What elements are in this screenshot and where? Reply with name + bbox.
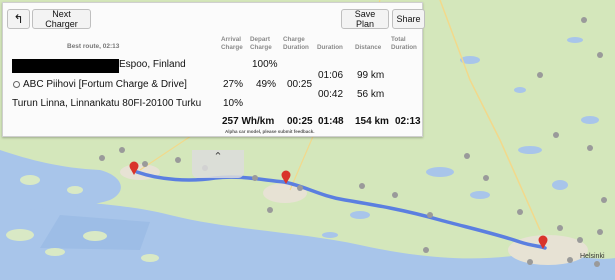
total-trip-duration: 02:13 [395, 116, 421, 127]
helsinki-area [508, 235, 588, 265]
stop-charger-row: ABC Piihovi [Fortum Charge & Drive] [13, 79, 187, 90]
leg-distance: 99 km [357, 70, 385, 81]
route-panel: ↰ Next Charger Save Plan Share Best rout… [2, 2, 425, 137]
header-distance: Distance [355, 44, 382, 51]
total-charge-duration: 00:25 [287, 116, 313, 127]
chevron-up-icon: ⌃ [213, 151, 223, 163]
header-charge-duration: Charge Duration [283, 36, 309, 51]
stop-name: Espoo, Finland [119, 59, 186, 70]
header-total-duration: Total Duration [391, 36, 417, 51]
redacted-address [12, 59, 119, 73]
collapse-panel-button[interactable]: ⌃ [192, 150, 244, 178]
save-plan-button[interactable]: Save Plan [341, 9, 389, 29]
back-arrow-icon: ↰ [13, 12, 24, 26]
feedback-note: Alpha car model, please submit feedback. [225, 129, 315, 134]
total-distance: 154 km [355, 116, 389, 127]
share-button[interactable]: Share [392, 9, 425, 29]
depart-charge: 100% [252, 59, 278, 70]
total-duration: 01:48 [318, 116, 344, 127]
leg-distance: 56 km [357, 89, 385, 100]
total-consumption: 257 Wh/km [222, 116, 275, 127]
plug-icon [13, 81, 20, 88]
stop-name: ABC Piihovi [Fortum Charge & Drive] [23, 79, 187, 90]
header-depart-charge: Depart Charge [250, 36, 272, 51]
arrival-charge: 10% [223, 98, 244, 109]
leg-duration: 00:42 [318, 89, 344, 100]
stop-name: Turun Linna, Linnankatu 80FI-20100 Turku [12, 98, 202, 109]
depart-charge: 49% [256, 79, 277, 90]
next-charger-button[interactable]: Next Charger [32, 9, 91, 29]
charge-duration: 00:25 [287, 79, 313, 90]
back-button[interactable]: ↰ [7, 9, 30, 29]
header-duration: Duration [317, 44, 343, 51]
arrival-charge: 27% [223, 79, 244, 90]
best-route-label: Best route, 02:13 [67, 43, 120, 50]
city-label: Helsinki [580, 253, 605, 260]
header-arrival-charge: Arrival Charge [221, 36, 243, 51]
leg-duration: 01:06 [318, 70, 344, 81]
